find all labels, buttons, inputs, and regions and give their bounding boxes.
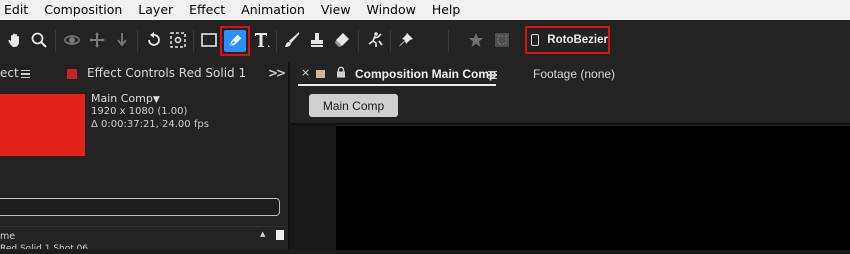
menu-help[interactable]: Help [424,0,469,20]
dolly-camera-icon[interactable] [110,28,134,52]
tab-project[interactable]: ect [0,66,19,80]
active-tab-indicator [298,84,496,86]
menu-edit[interactable]: Edit [0,0,36,20]
pan-camera-icon[interactable] [85,28,109,52]
pen-icon [224,30,246,52]
viewer-border [290,123,850,125]
tab-composition[interactable]: Composition Main Comp [355,67,496,81]
comp-thumbnail [0,94,85,156]
menu-layer[interactable]: Layer [130,0,181,20]
menu-animation[interactable]: Animation [233,0,313,20]
pen-tool-button[interactable] [220,26,250,56]
lock-icon[interactable] [335,66,347,78]
menu-composition[interactable]: Composition [36,0,130,20]
eraser-icon[interactable] [330,28,354,52]
rotate-icon[interactable] [142,28,166,52]
sort-chevron-icon[interactable]: ▲ [260,230,265,238]
pasteboard[interactable] [290,125,336,250]
rotobezier-checkbox[interactable] [531,34,540,46]
project-panel: ect Effect Controls Red Solid 1 >> Main … [0,62,288,250]
project-panel-tabs: ect Effect Controls Red Solid 1 >> [0,62,288,86]
menu-view[interactable]: View [313,0,359,20]
comp-breadcrumb[interactable]: Main Comp [309,94,398,117]
expand-panels-icon[interactable]: >> [268,66,286,80]
composition-viewer[interactable] [336,126,850,250]
text-icon[interactable] [250,28,274,52]
toolbar-separator [390,30,391,52]
rotobezier-label: RotoBezier [547,34,608,46]
column-name-header[interactable]: me [0,231,15,242]
menu-effect[interactable]: Effect [181,0,233,20]
label-column-icon[interactable] [276,230,284,240]
pan-behind-icon[interactable] [166,28,190,52]
comp-name-label: Main Comp [91,92,153,105]
star-icon[interactable] [464,28,488,52]
chevron-down-icon[interactable]: ▼ [153,95,160,105]
menu-bar: Edit Composition Layer Effect Animation … [0,0,850,20]
toolbar-separator [137,30,138,52]
clone-stamp-icon[interactable] [305,28,329,52]
tab-footage[interactable]: Footage (none) [533,67,615,81]
tab-effect-controls[interactable]: Effect Controls Red Solid 1 [87,66,246,80]
toolbar-separator [193,30,194,52]
project-search-input[interactable] [0,198,280,216]
toolbar-separator [276,30,277,52]
comp-color-swatch [316,70,325,78]
brush-icon[interactable] [280,28,304,52]
orbit-camera-icon[interactable] [60,28,84,52]
snapping-icon[interactable] [490,28,514,52]
toolbar-separator [55,30,56,52]
toolbar-separator [448,30,449,52]
tools-toolbar: RotoBezier [0,20,850,62]
close-icon[interactable]: × [301,66,310,79]
comp-name[interactable]: Main Comp▼ [91,92,160,105]
hand-icon[interactable] [3,28,27,52]
panel-menu-icon[interactable] [488,71,497,79]
panel-menu-icon[interactable] [21,70,30,78]
menu-window[interactable]: Window [359,0,424,20]
toolbar-separator [358,30,359,52]
rectangle-icon[interactable] [197,28,221,52]
puppet-pin-icon[interactable] [394,28,418,52]
composition-panel: × Composition Main Comp Footage (none) M… [290,62,850,250]
comp-resolution: 1920 x 1080 (1.00) [91,106,188,117]
layer-color-swatch [67,69,77,79]
roto-brush-icon[interactable] [363,28,387,52]
zoom-icon[interactable] [27,28,51,52]
rotobezier-option[interactable]: RotoBezier [525,26,610,54]
comp-duration: Δ 0:00:37:21, 24.00 fps [91,119,209,130]
